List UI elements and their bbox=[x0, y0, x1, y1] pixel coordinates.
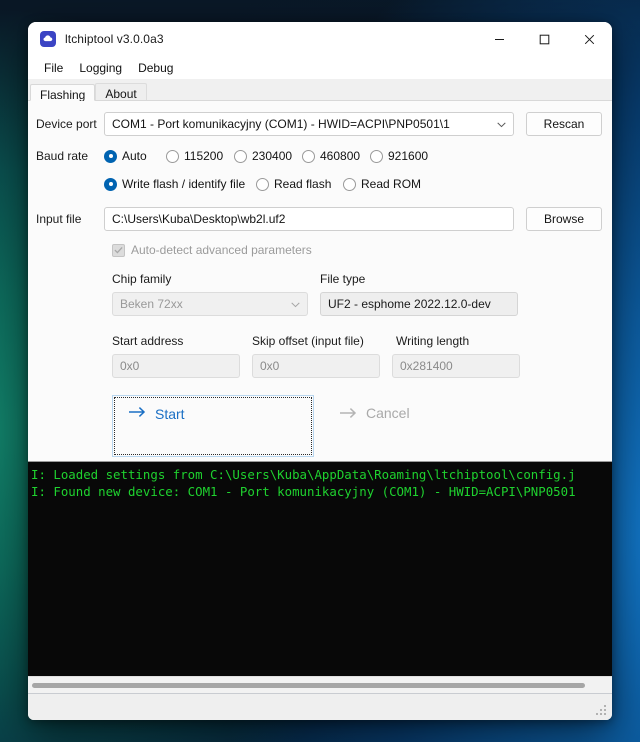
menu-bar: File Logging Debug bbox=[28, 56, 612, 79]
minimize-icon[interactable] bbox=[477, 22, 522, 56]
device-port-value: COM1 - Port komunikacyjny (COM1) - HWID=… bbox=[112, 117, 450, 131]
radio-indicator bbox=[370, 149, 383, 163]
checkmark-icon bbox=[112, 243, 125, 257]
baud-radio-115200[interactable]: 115200 bbox=[166, 149, 234, 163]
baud-radio-auto-label: Auto bbox=[122, 149, 147, 163]
baud-radio-921600-label: 921600 bbox=[388, 149, 429, 163]
baud-radio-auto[interactable]: Auto bbox=[104, 149, 166, 163]
cloud-chip-icon bbox=[40, 31, 56, 47]
cancel-button: Cancel bbox=[340, 405, 410, 421]
start-address-field[interactable]: 0x0 bbox=[112, 354, 240, 378]
chevron-down-icon bbox=[497, 113, 506, 135]
baud-radio-460800-label: 460800 bbox=[320, 149, 361, 163]
baud-rate-label: Baud rate bbox=[36, 149, 89, 163]
baud-radio-230400-label: 230400 bbox=[252, 149, 293, 163]
title-bar[interactable]: ltchiptool v3.0.0a3 bbox=[28, 22, 612, 56]
chip-family-combo[interactable]: Beken 72xx bbox=[112, 292, 308, 316]
status-bar bbox=[28, 693, 612, 720]
chevron-down-icon bbox=[291, 293, 300, 315]
horizontal-scrollbar[interactable] bbox=[28, 676, 612, 693]
file-type-label: File type bbox=[320, 272, 366, 286]
menu-item-file[interactable]: File bbox=[36, 59, 71, 77]
log-line: I: Loaded settings from C:\Users\Kuba\Ap… bbox=[31, 467, 576, 482]
resize-grip-icon[interactable] bbox=[596, 705, 607, 716]
log-line: I: Found new device: COM1 - Port komunik… bbox=[31, 484, 576, 499]
input-file-label: Input file bbox=[36, 212, 82, 226]
radio-indicator bbox=[302, 149, 315, 163]
auto-detect-checkbox: Auto-detect advanced parameters bbox=[28, 243, 612, 257]
baud-radio-115200-label: 115200 bbox=[184, 149, 224, 163]
menu-item-logging[interactable]: Logging bbox=[71, 59, 130, 77]
flashing-panel: Device port COM1 - Port komunikacyjny (C… bbox=[28, 101, 612, 461]
menu-item-debug[interactable]: Debug bbox=[130, 59, 181, 77]
radio-indicator bbox=[104, 149, 117, 163]
app-window: ltchiptool v3.0.0a3 File Logging Debug F… bbox=[28, 22, 612, 720]
baud-radio-921600[interactable]: 921600 bbox=[370, 149, 428, 163]
radio-indicator bbox=[234, 149, 247, 163]
skip-offset-field[interactable]: 0x0 bbox=[252, 354, 380, 378]
file-type-field: UF2 - esphome 2022.12.0-dev bbox=[320, 292, 518, 316]
tab-strip: Flashing About bbox=[28, 79, 612, 102]
tab-about[interactable]: About bbox=[95, 83, 147, 101]
writing-length-field[interactable]: 0x281400 bbox=[392, 354, 520, 378]
radio-indicator bbox=[343, 177, 356, 191]
start-button-label: Start bbox=[155, 406, 185, 422]
scrollbar-thumb[interactable] bbox=[32, 682, 585, 688]
window-controls bbox=[477, 22, 612, 56]
operation-radio-write-flash-label: Write flash / identify file bbox=[122, 177, 246, 191]
operation-radio-read-flash-label: Read flash bbox=[274, 177, 332, 191]
operation-radio-read-flash[interactable]: Read flash bbox=[256, 177, 343, 191]
device-port-combo[interactable]: COM1 - Port komunikacyjny (COM1) - HWID=… bbox=[104, 112, 514, 136]
browse-button[interactable]: Browse bbox=[526, 207, 602, 231]
baud-radio-230400[interactable]: 230400 bbox=[234, 149, 302, 163]
baud-radio-460800[interactable]: 460800 bbox=[302, 149, 370, 163]
arrow-right-icon bbox=[340, 407, 357, 419]
operation-radio-read-rom-label: Read ROM bbox=[361, 177, 422, 191]
rescan-button[interactable]: Rescan bbox=[526, 112, 602, 136]
auto-detect-label: Auto-detect advanced parameters bbox=[131, 243, 312, 257]
chip-family-label: Chip family bbox=[112, 272, 172, 286]
arrow-right-icon bbox=[129, 406, 146, 418]
writing-length-label: Writing length bbox=[396, 334, 470, 348]
skip-offset-label: Skip offset (input file) bbox=[252, 334, 364, 348]
radio-indicator bbox=[256, 177, 269, 191]
chip-family-value: Beken 72xx bbox=[120, 297, 183, 311]
close-icon[interactable] bbox=[567, 22, 612, 56]
maximize-icon[interactable] bbox=[522, 22, 567, 56]
start-button[interactable]: Start bbox=[112, 395, 314, 457]
start-address-label: Start address bbox=[112, 334, 184, 348]
window-title: ltchiptool v3.0.0a3 bbox=[65, 32, 164, 46]
tab-flashing[interactable]: Flashing bbox=[30, 84, 96, 102]
radio-indicator bbox=[166, 149, 179, 163]
input-file-field[interactable]: C:\Users\Kuba\Desktop\wb2l.uf2 bbox=[104, 207, 514, 231]
radio-indicator bbox=[104, 177, 117, 191]
cancel-button-label: Cancel bbox=[366, 405, 410, 421]
log-terminal[interactable]: I: Loaded settings from C:\Users\Kuba\Ap… bbox=[28, 461, 612, 676]
operation-radio-read-rom[interactable]: Read ROM bbox=[343, 177, 421, 191]
operation-radio-write-flash[interactable]: Write flash / identify file bbox=[104, 177, 256, 191]
device-port-label: Device port bbox=[36, 117, 97, 131]
